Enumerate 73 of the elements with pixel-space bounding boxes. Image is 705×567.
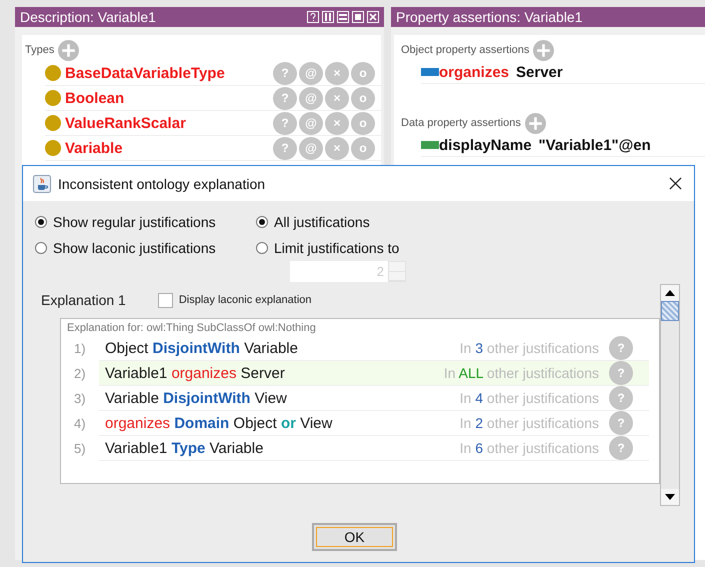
row-action-button[interactable]: × xyxy=(325,86,349,110)
radio-button[interactable] xyxy=(256,216,268,228)
justification-count: In ALL other justifications xyxy=(444,365,599,381)
cup-icon xyxy=(33,174,51,192)
radio-button[interactable] xyxy=(35,242,47,254)
vertical-scrollbar[interactable] xyxy=(660,284,680,506)
row-action-button[interactable]: ? xyxy=(273,136,297,160)
explanation-label: Explanation 1 xyxy=(41,292,126,308)
justification-count: In 2 other justifications xyxy=(460,415,599,431)
section-label: Data property assertions xyxy=(401,117,521,129)
help-button[interactable]: ? xyxy=(609,411,633,435)
close-icon[interactable] xyxy=(669,177,682,190)
row-action-button[interactable]: o xyxy=(351,136,375,160)
row-action-button[interactable]: @ xyxy=(299,86,323,110)
axiom-text: Variable1 organizes Server xyxy=(105,364,286,382)
class-icon xyxy=(45,90,61,106)
justification-count: In 6 other justifications xyxy=(460,440,599,456)
class-icon xyxy=(45,115,61,131)
axiom-text: organizes Domain Object or View xyxy=(105,414,334,432)
type-name[interactable]: Boolean xyxy=(65,90,273,106)
row-action-button[interactable]: × xyxy=(325,62,349,84)
class-icon xyxy=(45,65,61,81)
panel-title: Description: Variable1 xyxy=(20,9,156,25)
radio-button[interactable] xyxy=(35,216,47,228)
help-button[interactable]: ? xyxy=(609,336,633,360)
row-number: 5) xyxy=(73,441,87,456)
axiom-text: Object DisjointWith Variable xyxy=(105,340,299,356)
panel-title: Property assertions: Variable1 xyxy=(396,9,582,25)
help-button[interactable]: ? xyxy=(609,361,633,385)
property-name: displayName xyxy=(439,136,532,154)
laconic-checkbox[interactable]: Display laconic explanation xyxy=(158,292,312,308)
ok-button[interactable]: OK xyxy=(312,523,397,551)
type-name[interactable]: ValueRankScalar xyxy=(65,114,273,132)
axiom-text: Variable1 Type Variable xyxy=(105,440,264,456)
type-name[interactable]: BaseDataVariableType xyxy=(65,64,273,82)
justification-count: In 4 other justifications xyxy=(460,390,599,406)
row-number: 4) xyxy=(73,416,87,431)
property-value: "Variable1"@en xyxy=(538,136,651,154)
row-action-button[interactable]: × xyxy=(325,112,349,134)
row-number: 3) xyxy=(73,391,87,406)
row-action-button[interactable]: @ xyxy=(299,62,323,84)
option-label[interactable]: Limit justifications to xyxy=(274,240,400,256)
radio-button[interactable] xyxy=(256,242,268,254)
row-action-button[interactable]: o xyxy=(351,112,375,134)
row-number: 2) xyxy=(73,366,87,381)
help-button[interactable]: ? xyxy=(609,386,633,410)
maximize-icon[interactable] xyxy=(352,11,364,23)
row-action-button[interactable]: @ xyxy=(299,136,323,160)
option-label[interactable]: Show laconic justifications xyxy=(53,240,216,256)
row-action-button[interactable]: o xyxy=(351,62,375,84)
class-icon xyxy=(45,140,61,156)
row-action-button[interactable]: @ xyxy=(299,112,323,134)
row-action-button[interactable]: ? xyxy=(273,86,297,110)
explanation-header: Explanation for: owl:Thing SubClassOf owl:Nothing xyxy=(67,322,317,334)
type-name[interactable]: Variable xyxy=(65,140,273,156)
row-action-button[interactable]: ? xyxy=(273,62,297,84)
dialog-title: Inconsistent ontology explanation xyxy=(58,176,266,192)
property-name: organizes xyxy=(439,64,510,80)
property-value: Server xyxy=(516,64,563,80)
help-button[interactable]: ? xyxy=(609,436,633,460)
axiom-text: Variable DisjointWith View xyxy=(105,390,288,406)
option-label[interactable]: All justifications xyxy=(274,214,370,230)
split-horizontal-icon[interactable] xyxy=(337,11,349,23)
split-vertical-icon[interactable] xyxy=(322,11,334,23)
section-label: Object property assertions xyxy=(401,44,530,56)
section-label: Types xyxy=(25,44,54,56)
row-action-button[interactable]: o xyxy=(351,86,375,110)
row-number: 1) xyxy=(73,341,87,356)
help-icon[interactable] xyxy=(307,11,319,23)
row-action-button[interactable]: ? xyxy=(273,112,297,134)
row-action-button[interactable]: × xyxy=(325,136,349,160)
option-label[interactable]: Show regular justifications xyxy=(53,214,216,230)
justification-count: In 3 other justifications xyxy=(460,340,599,356)
